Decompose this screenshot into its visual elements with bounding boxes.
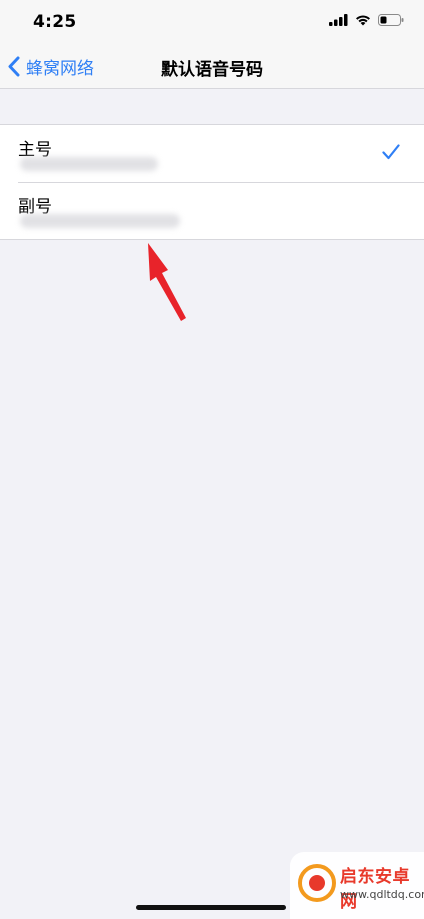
watermark-icon [298, 864, 336, 902]
wifi-icon [356, 15, 370, 26]
redacted-phone-number [20, 214, 180, 228]
page-title: 默认语音号码 [161, 60, 263, 80]
redacted-phone-number [20, 157, 158, 171]
list-item-primary-line[interactable]: 主号 [0, 125, 424, 182]
nav-bar: 蜂窝网络 默认语音号码 [0, 44, 424, 89]
signal-icon [329, 14, 348, 26]
watermark-url: www.qdltdq.com [340, 888, 424, 901]
status-icons [329, 14, 404, 26]
status-time: 4:25 [33, 12, 77, 32]
watermark-name: 启东安卓网 [340, 867, 410, 912]
status-bar: 4:25 [0, 0, 424, 44]
watermark-logo: 启东安卓网 www.qdltdq.com [290, 852, 424, 919]
voice-line-list: 主号 副号 [0, 124, 424, 240]
home-indicator [136, 905, 286, 910]
checkmark-icon [382, 144, 400, 160]
battery-icon [378, 14, 404, 26]
list-item-secondary-line[interactable]: 副号 [0, 182, 424, 239]
